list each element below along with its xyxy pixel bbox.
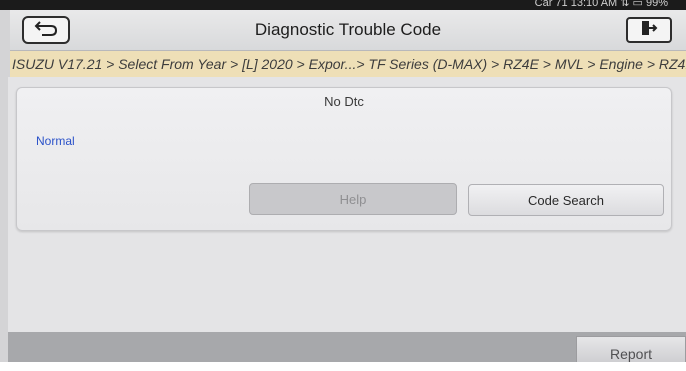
status-bar: Car 71 13:10 AM ⇅ ▭ 99%: [0, 0, 686, 10]
help-button[interactable]: Help: [249, 183, 457, 215]
breadcrumb: ISUZU V17.21 > Select From Year > [L] 20…: [10, 51, 686, 77]
title-bar: Diagnostic Trouble Code: [10, 10, 686, 51]
dtc-header: No Dtc: [324, 94, 364, 109]
report-button[interactable]: Report: [576, 336, 686, 362]
status-bar-text: Car 71 13:10 AM ⇅ ▭ 99%: [534, 0, 668, 9]
exit-button[interactable]: [626, 17, 672, 43]
dtc-status-text: Normal: [36, 134, 75, 148]
dtc-panel: No Dtc Normal Help Code Search: [16, 87, 672, 231]
exit-icon: [640, 20, 658, 41]
page-title: Diagnostic Trouble Code: [254, 20, 442, 39]
code-search-button[interactable]: Code Search: [468, 184, 664, 216]
